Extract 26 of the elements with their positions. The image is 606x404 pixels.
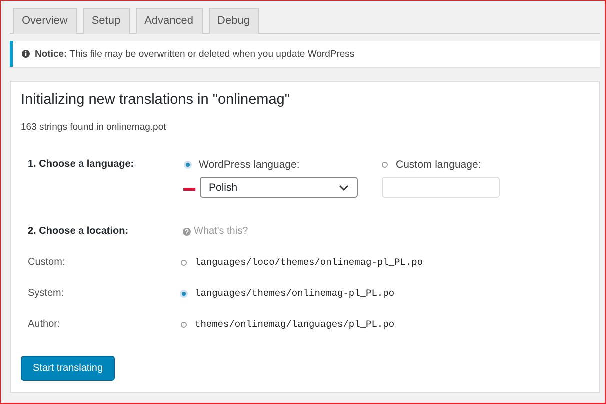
help-icon [183,228,191,236]
location-name: Author: [28,319,62,330]
tab[interactable]: Advanced [136,8,203,34]
radio-label: WordPress language: [199,159,300,171]
radio-label: Custom language: [396,159,482,171]
language-label: 1. Choose a language: [28,159,136,172]
custom-language-field[interactable] [382,177,500,198]
info-icon [22,50,30,58]
tab[interactable]: Setup [82,8,130,34]
file-path: languages/loco/themes/onlinemag-pl_PL.po [195,257,424,268]
location-name: System: [28,288,66,299]
chevron-icon [339,184,349,190]
radio-button[interactable] [181,260,187,266]
start-translating-button[interactable]: Start translating [21,356,116,381]
file-path: themes/onlinemag/languages/pl_PL.po [195,319,395,330]
radio-button[interactable] [382,162,388,168]
tab[interactable]: Debug [208,8,259,34]
file-path: languages/themes/onlinemag-pl_PL.po [195,288,395,299]
location-label: 2. Choose a location: [28,226,130,237]
strings-count: 163 strings found in onlinemag.pot [21,122,168,133]
tab[interactable]: Overview [13,8,77,34]
language-select[interactable]: Polish [200,177,358,198]
panel-title: Initializing new translations in "onlinemag" [21,92,292,108]
notice-text: Notice: This file may be overwritten or deleted when you update WordPress [35,48,355,60]
location-name: Custom: [28,257,66,268]
radio-button[interactable] [181,322,187,328]
